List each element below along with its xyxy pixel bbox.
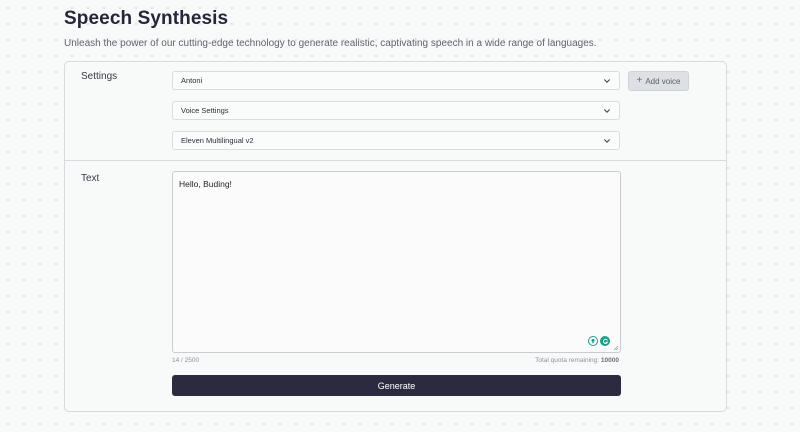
add-voice-button[interactable]: + Add voice bbox=[628, 71, 689, 91]
quota-remaining: Total quota remaining: 10000 bbox=[535, 357, 619, 364]
chevron-down-icon bbox=[604, 139, 610, 143]
model-select[interactable]: Eleven Multilingual v2 bbox=[172, 131, 620, 150]
page-subtitle: Unleash the power of our cutting-edge te… bbox=[64, 38, 597, 49]
add-voice-label: Add voice bbox=[645, 76, 681, 86]
synthesis-card: Settings Antoni + Add voice Voice Settin… bbox=[64, 61, 727, 412]
model-select-value: Eleven Multilingual v2 bbox=[181, 136, 254, 145]
lightbulb-icon[interactable] bbox=[588, 336, 598, 346]
text-label: Text bbox=[81, 173, 100, 184]
page-title: Speech Synthesis bbox=[64, 8, 229, 29]
voice-select-value: Antoni bbox=[181, 76, 203, 85]
resize-handle-icon[interactable] bbox=[613, 345, 619, 351]
generate-label: Generate bbox=[377, 380, 416, 391]
text-tools bbox=[588, 336, 610, 346]
section-divider bbox=[65, 160, 726, 161]
generate-button[interactable]: Generate bbox=[172, 375, 621, 396]
text-input-value: Hello, Buding! bbox=[179, 179, 232, 189]
grammarly-icon[interactable] bbox=[600, 336, 610, 346]
character-count: 14 / 2500 bbox=[172, 357, 200, 364]
quota-value: 10000 bbox=[600, 357, 619, 364]
voice-settings-value: Voice Settings bbox=[181, 106, 229, 115]
quota-label: Total quota remaining: bbox=[535, 357, 600, 364]
chevron-down-icon bbox=[604, 109, 610, 113]
settings-label: Settings bbox=[81, 71, 118, 82]
chevron-down-icon bbox=[604, 79, 610, 83]
voice-select[interactable]: Antoni bbox=[172, 71, 620, 90]
plus-icon: + bbox=[636, 75, 643, 86]
text-input[interactable]: Hello, Buding! bbox=[172, 171, 621, 353]
voice-settings-select[interactable]: Voice Settings bbox=[172, 101, 620, 120]
